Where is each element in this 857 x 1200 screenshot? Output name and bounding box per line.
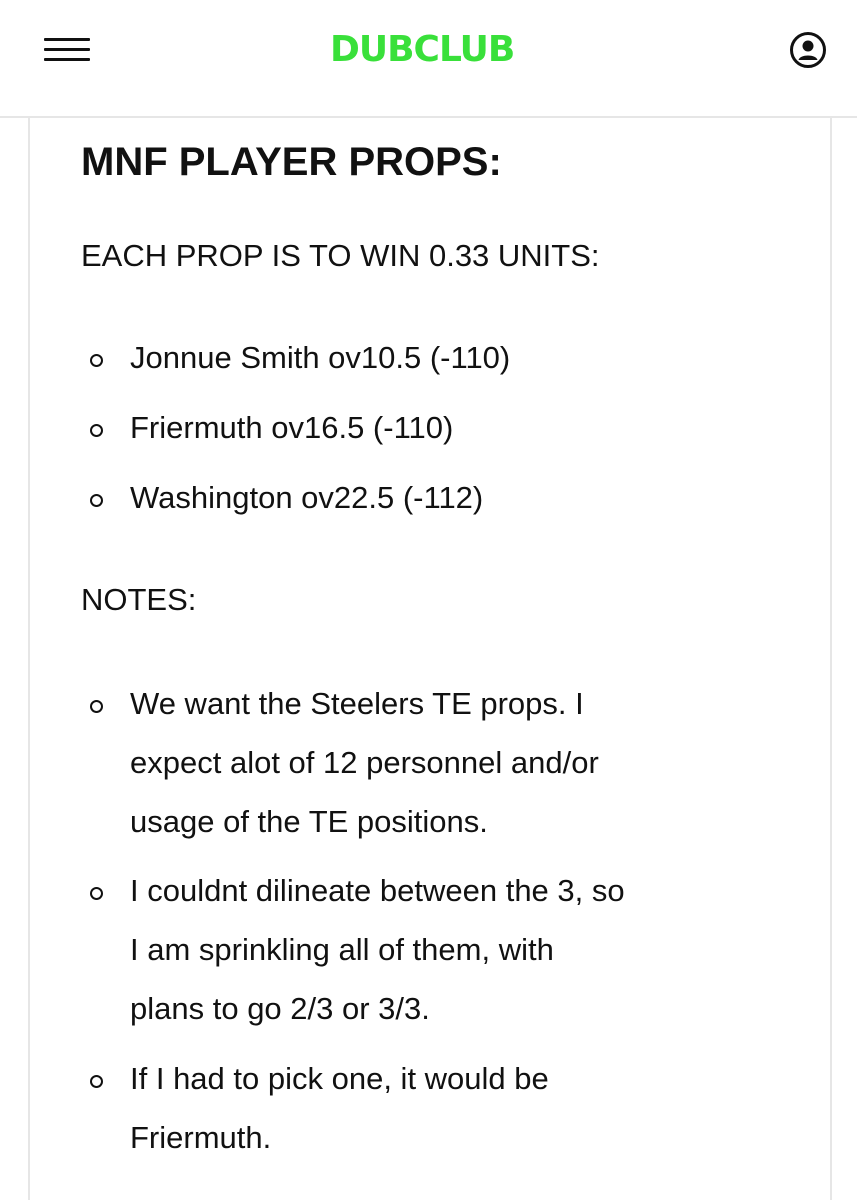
circle-bullet-icon bbox=[90, 354, 103, 367]
top-nav-bar: DUBCLUB bbox=[0, 0, 857, 118]
circle-bullet-icon bbox=[90, 1075, 103, 1088]
circle-bullet-icon bbox=[90, 494, 103, 507]
circle-bullet-icon bbox=[90, 424, 103, 437]
note-line: plans to go 2/3 or 3/3. bbox=[130, 991, 430, 1026]
note-line: Friermuth. bbox=[130, 1120, 272, 1155]
circle-bullet-icon bbox=[90, 887, 103, 900]
note-line: If I had to pick one, it would be bbox=[130, 1061, 549, 1096]
post-title: MNF PLAYER PROPS: bbox=[81, 140, 502, 184]
prop-text: Friermuth ov16.5 (-110) bbox=[130, 410, 454, 445]
units-note: EACH PROP IS TO WIN 0.33 UNITS: bbox=[81, 238, 600, 273]
user-account-icon[interactable] bbox=[789, 31, 827, 69]
note-line: usage of the TE positions. bbox=[130, 804, 488, 839]
logo-text: DUBCLUB bbox=[330, 29, 515, 70]
hamburger-menu-icon[interactable] bbox=[44, 36, 92, 64]
note-line: I am sprinkling all of them, with bbox=[130, 932, 554, 967]
dubclub-logo[interactable]: DUBCLUB bbox=[330, 28, 550, 72]
note-line: expect alot of 12 personnel and/or bbox=[130, 745, 599, 780]
prop-text: Washington ov22.5 (-112) bbox=[130, 480, 484, 515]
notes-heading: NOTES: bbox=[81, 582, 197, 617]
page: DUBCLUB MNF PLAYER PROPS: EACH PROP IS T… bbox=[0, 0, 857, 1200]
note-line: We want the Steelers TE props. I bbox=[130, 686, 584, 721]
circle-bullet-icon bbox=[90, 700, 103, 713]
note-line: I couldnt dilineate between the 3, so bbox=[130, 873, 625, 908]
prop-text: Jonnue Smith ov10.5 (-110) bbox=[130, 340, 511, 375]
